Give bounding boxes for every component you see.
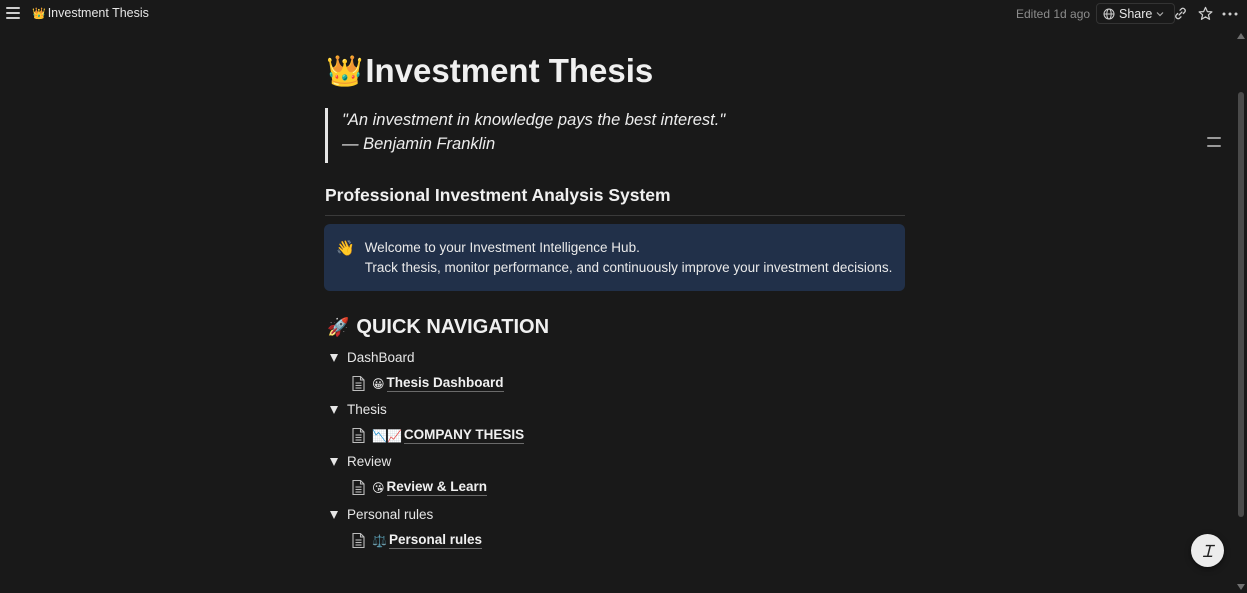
page-title-text[interactable]: Investment Thesis (365, 52, 653, 90)
page-link-label: Personal rules (388, 532, 482, 549)
chart-icon: 📉📈 (372, 428, 402, 443)
page-title[interactable]: 👑 Investment Thesis (326, 52, 653, 90)
section-heading[interactable]: Professional Investment Analysis System (325, 185, 905, 216)
scroll-up-arrow[interactable] (1237, 33, 1245, 39)
toggle-triangle-icon[interactable] (330, 510, 338, 519)
quote-author: — Benjamin Franklin (342, 135, 496, 153)
page-link-personal-rules[interactable]: ⚖️ Personal rules (351, 532, 482, 549)
page-icon (352, 532, 365, 549)
toggle-dashboard[interactable]: DashBoard (330, 350, 415, 365)
more-options-icon[interactable] (1221, 5, 1238, 22)
help-icon: Ɪ (1202, 542, 1213, 562)
breadcrumb-title: Investment Thesis (47, 6, 149, 20)
callout-box[interactable]: 👋 Welcome to your Investment Intelligenc… (324, 224, 905, 291)
crown-icon[interactable]: 👑 (326, 54, 363, 89)
help-button[interactable]: Ɪ (1191, 534, 1224, 567)
toggle-label: DashBoard (347, 350, 415, 365)
page-link-label: Thesis Dashboard (386, 375, 504, 392)
quick-navigation-label: QUICK NAVIGATION (356, 316, 550, 338)
page-icon (352, 375, 365, 392)
callout-line-2: Track thesis, monitor performance, and c… (364, 260, 893, 275)
quick-navigation-heading[interactable]: 🚀 QUICK NAVIGATION (327, 316, 549, 339)
toggle-label: Review (347, 454, 392, 469)
toggle-review[interactable]: Review (330, 454, 391, 469)
scrollbar[interactable] (1235, 30, 1247, 593)
page-link-company-thesis[interactable]: 📉📈 COMPANY THESIS (351, 427, 525, 444)
callout-line-1: Welcome to your Investment Intelligence … (364, 240, 640, 255)
share-button[interactable]: Share (1096, 3, 1176, 24)
toggle-label: Thesis (347, 402, 387, 417)
table-of-contents-icon[interactable] (1207, 137, 1221, 153)
star-icon[interactable] (1197, 5, 1214, 22)
menu-icon[interactable] (5, 5, 21, 21)
globe-icon (1103, 8, 1115, 19)
breadcrumb[interactable]: 👑 Investment Thesis (32, 6, 149, 20)
toggle-triangle-icon[interactable] (330, 457, 338, 466)
toggle-thesis[interactable]: Thesis (330, 402, 387, 417)
toggle-label: Personal rules (347, 507, 434, 522)
scroll-thumb[interactable] (1238, 92, 1244, 517)
rocket-icon: 🚀 (327, 317, 350, 337)
page-icon (352, 427, 365, 444)
quote-text: "An investment in knowledge pays the bes… (342, 111, 726, 129)
chevron-down-icon (1156, 11, 1164, 16)
page-link-thesis-dashboard[interactable]: 😀 Thesis Dashboard (351, 375, 504, 392)
grinning-face-icon: 😀 (372, 376, 385, 391)
toggle-triangle-icon[interactable] (330, 405, 338, 414)
crown-icon: 👑 (32, 7, 46, 20)
waving-hand-icon: 👋 (336, 240, 355, 257)
page-icon (352, 479, 365, 496)
toggle-personal-rules[interactable]: Personal rules (330, 507, 433, 522)
scales-icon: ⚖️ (372, 533, 387, 548)
share-label: Share (1119, 6, 1153, 21)
page-link-label: COMPANY THESIS (403, 427, 525, 444)
scroll-down-arrow[interactable] (1237, 584, 1245, 590)
top-bar: 👑 Investment Thesis Edited 1d ago Share (0, 0, 1247, 27)
link-icon[interactable] (1172, 5, 1189, 22)
quote-block[interactable]: "An investment in knowledge pays the bes… (325, 108, 725, 163)
face-icon: 😘 (372, 480, 385, 495)
page-link-label: Review & Learn (386, 479, 488, 496)
toggle-triangle-icon[interactable] (330, 353, 338, 362)
page-link-review-learn[interactable]: 😘 Review & Learn (351, 479, 488, 496)
edited-timestamp: Edited 1d ago (1016, 7, 1091, 21)
